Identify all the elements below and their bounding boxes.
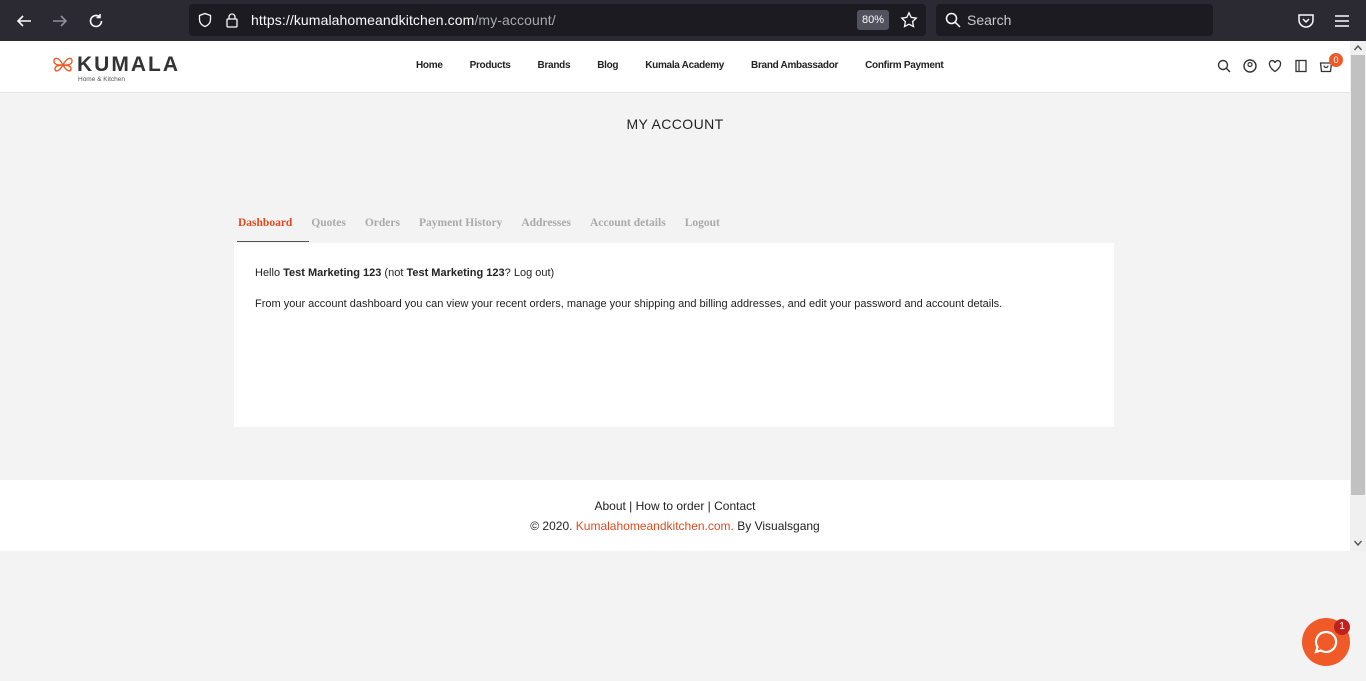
star-icon[interactable] [900,11,918,29]
tab-addresses[interactable]: Addresses [521,217,571,239]
url-host: https://kumalahomeandkitchen.com [251,12,475,28]
nav-brands[interactable]: Brands [538,60,571,71]
tab-payment-history[interactable]: Payment History [419,217,502,239]
footer-separator: | [704,499,715,513]
tab-dashboard[interactable]: Dashboard [238,217,292,239]
copyright-suffix: By Visualsgang [733,519,820,533]
tab-quotes[interactable]: Quotes [311,217,346,239]
logo[interactable]: KUMALA Home & Kitchen [52,53,180,83]
pocket-icon[interactable] [1297,12,1315,30]
url-text: https://kumalahomeandkitchen.com/my-acco… [251,12,556,28]
cart-button[interactable]: 0 [1318,53,1343,74]
account-button[interactable] [1242,58,1258,74]
menu-icon[interactable] [1333,12,1351,30]
tab-account-details[interactable]: Account details [590,217,666,239]
browser-toolbar: https://kumalahomeandkitchen.com/my-acco… [0,0,1366,41]
chat-notification-badge: 1 [1334,619,1350,635]
hello-prefix: Hello [255,267,284,279]
chevron-up-icon[interactable] [1353,43,1363,53]
chat-bubble-icon [1314,630,1338,654]
main-nav: Home Products Brands Blog Kumala Academy… [416,60,944,71]
not-prefix: (not [381,267,407,279]
site: KUMALA Home & Kitchen Home Products Bran… [0,41,1350,681]
nav-blog[interactable]: Blog [597,60,618,71]
user-icon [1242,59,1257,73]
search-icon [1217,59,1231,73]
zoom-badge[interactable]: 80% [856,10,889,30]
search-placeholder: Search [967,12,1012,28]
hello-message: Hello Test Marketing 123 (not Test Marke… [255,267,554,279]
logo-tagline: Home & Kitchen [78,76,125,83]
footer: About | How to order | Contact © 2020. K… [0,480,1350,551]
forward-button[interactable] [49,10,71,32]
arrow-left-icon [16,15,31,27]
back-button[interactable] [13,10,35,32]
header-icons: 0 [1216,53,1344,74]
nav-brand-ambassador[interactable]: Brand Ambassador [751,60,838,71]
tab-logout[interactable]: Logout [685,217,720,239]
tab-orders[interactable]: Orders [365,217,400,239]
logo-wordmark: KUMALA [77,53,180,76]
username: Test Marketing 123 [283,267,382,279]
search-icon [945,12,961,28]
logo-flower-icon [53,57,73,72]
cart-count-badge: 0 [1329,53,1343,67]
nav-home[interactable]: Home [416,60,443,71]
footer-links: About | How to order | Contact [0,499,1350,513]
copyright-prefix: © 2020. [530,519,576,533]
footer-brand-link[interactable]: Kumalahomeandkitchen.com. [576,519,734,533]
active-tab-underline [237,241,309,242]
reload-icon [89,14,103,28]
footer-separator: | [625,499,636,513]
footer-about[interactable]: About [594,499,625,513]
account-tabs: Dashboard Quotes Orders Payment History … [238,217,739,239]
site-header: KUMALA Home & Kitchen Home Products Bran… [0,41,1350,93]
scrollbar[interactable] [1350,41,1366,551]
heart-icon [1268,59,1282,73]
username-not: Test Marketing 123 [406,267,505,279]
search-button[interactable] [1216,58,1232,74]
arrow-right-icon [53,15,68,27]
wishlist-button[interactable] [1267,58,1283,74]
book-icon [1294,59,1307,73]
dashboard-panel: Hello Test Marketing 123 (not Test Marke… [234,243,1114,427]
compare-button[interactable] [1293,58,1309,74]
footer-contact[interactable]: Contact [714,499,755,513]
footer-how-to-order[interactable]: How to order [636,499,705,513]
lock-icon [226,13,238,28]
logout-link[interactable]: ? Log out) [505,267,555,279]
search-bar[interactable]: Search [936,4,1213,36]
nav-confirm-payment[interactable]: Confirm Payment [865,60,944,71]
footer-copyright: © 2020. Kumalahomeandkitchen.com. By Vis… [0,519,1350,533]
scrollbar-thumb[interactable] [1351,55,1365,495]
page-title: MY ACCOUNT [626,116,724,132]
reload-button[interactable] [85,10,107,32]
url-bar[interactable]: https://kumalahomeandkitchen.com/my-acco… [189,4,926,36]
dashboard-description: From your account dashboard you can view… [255,298,1003,310]
shield-icon [198,12,212,28]
url-path: /my-account/ [474,12,556,28]
chevron-down-icon[interactable] [1353,538,1363,548]
nav-products[interactable]: Products [470,60,511,71]
nav-kumala-academy[interactable]: Kumala Academy [645,60,724,71]
